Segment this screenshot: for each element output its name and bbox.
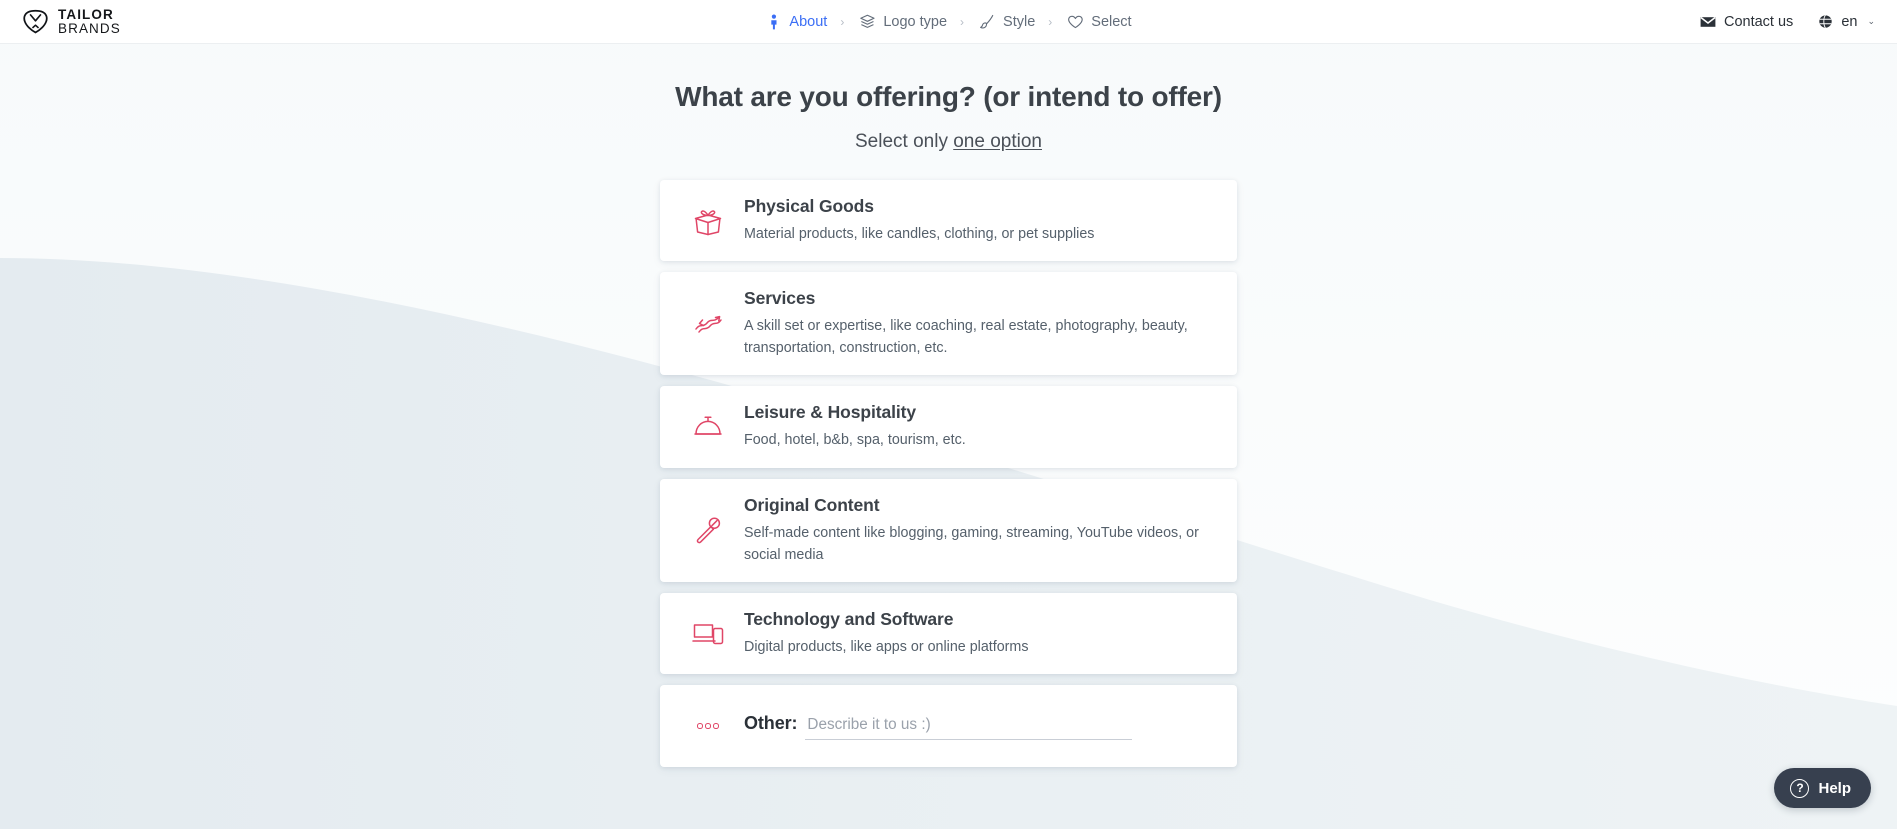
- other-label: Other:: [744, 712, 798, 733]
- option-card-body: Leisure & Hospitality Food, hotel, b&b, …: [744, 402, 1215, 451]
- three-dots-icon: [686, 723, 730, 729]
- language-selector[interactable]: en ⌄: [1817, 14, 1875, 30]
- services-squiggle-icon: [686, 304, 730, 344]
- page-subtitle: Select only one option: [855, 131, 1042, 153]
- help-label: Help: [1818, 779, 1851, 797]
- person-icon: [765, 13, 782, 30]
- option-desc: Self-made content like blogging, gaming,…: [744, 524, 1199, 563]
- option-card-technology-software[interactable]: Technology and Software Digital products…: [660, 592, 1237, 675]
- step-logo-type[interactable]: Logo type: [855, 13, 951, 30]
- option-card-original-content[interactable]: Original Content Self-made content like …: [660, 478, 1237, 582]
- top-header: TAILOR BRANDS About › Logo type › Style …: [0, 0, 1897, 44]
- option-title: Technology and Software: [744, 608, 954, 629]
- option-desc: Food, hotel, b&b, spa, tourism, etc.: [744, 432, 966, 449]
- step-about-label: About: [789, 13, 828, 30]
- step-about[interactable]: About: [761, 13, 831, 30]
- subtitle-prefix: Select only: [855, 131, 954, 152]
- step-style[interactable]: Style: [975, 13, 1039, 30]
- option-desc: A skill set or expertise, like coaching,…: [744, 318, 1188, 357]
- option-title: Services: [744, 288, 816, 309]
- devices-icon: [686, 614, 730, 654]
- option-card-other[interactable]: Other:: [660, 685, 1237, 768]
- option-card-services[interactable]: Services A skill set or expertise, like …: [660, 272, 1237, 376]
- other-row: Other:: [744, 713, 1215, 740]
- microphone-icon: [686, 510, 730, 550]
- main-content: What are you offering? (or intend to off…: [0, 44, 1897, 768]
- breadcrumb-chevron-1: ›: [840, 14, 845, 29]
- layers-icon: [859, 13, 876, 30]
- chevron-down-icon: ⌄: [1867, 16, 1875, 26]
- other-describe-input[interactable]: [805, 713, 1133, 740]
- option-title: Leisure & Hospitality: [744, 402, 916, 423]
- offering-options-list: Physical Goods Material products, like c…: [660, 180, 1237, 768]
- breadcrumb-chevron-3: ›: [1048, 14, 1053, 29]
- heart-icon: [1067, 13, 1084, 30]
- option-card-body: Original Content Self-made content like …: [744, 495, 1215, 566]
- header-right-group: Contact us en ⌄: [1700, 14, 1875, 30]
- option-card-body: Technology and Software Digital products…: [744, 609, 1215, 658]
- logo-line-2: BRANDS: [58, 20, 121, 36]
- envelope-icon: [1700, 14, 1716, 30]
- page-title: What are you offering? (or intend to off…: [675, 81, 1222, 112]
- option-card-body: Services A skill set or expertise, like …: [744, 288, 1215, 359]
- service-bell-icon: [686, 407, 730, 447]
- option-title: Physical Goods: [744, 196, 874, 216]
- question-circle-icon: ?: [1790, 778, 1810, 798]
- subtitle-link[interactable]: one option: [953, 131, 1042, 152]
- option-card-body: Physical Goods Material products, like c…: [744, 196, 1215, 245]
- contact-us-label: Contact us: [1723, 13, 1794, 30]
- option-card-leisure-hospitality[interactable]: Leisure & Hospitality Food, hotel, b&b, …: [660, 386, 1237, 468]
- brush-icon: [979, 13, 996, 30]
- tailor-brands-shield-icon: [23, 9, 48, 34]
- brand-logo[interactable]: TAILOR BRANDS: [22, 6, 121, 36]
- breadcrumb-chevron-2: ›: [960, 14, 965, 29]
- option-desc: Material products, like candles, clothin…: [744, 226, 1095, 242]
- logo-line-1: TAILOR: [58, 6, 114, 22]
- brand-logo-text: TAILOR BRANDS: [58, 6, 121, 36]
- globe-icon: [1817, 14, 1833, 30]
- step-style-label: Style: [1003, 13, 1036, 30]
- option-desc: Digital products, like apps or online pl…: [744, 638, 1029, 655]
- option-card-physical-goods[interactable]: Physical Goods Material products, like c…: [660, 180, 1237, 262]
- step-select-label: Select: [1091, 13, 1132, 30]
- step-logo-type-label: Logo type: [883, 13, 948, 30]
- gift-box-icon: [686, 201, 730, 241]
- help-button[interactable]: ? Help: [1774, 768, 1871, 808]
- step-select[interactable]: Select: [1063, 13, 1135, 30]
- language-label: en: [1841, 13, 1858, 30]
- option-title: Original Content: [744, 494, 880, 515]
- breadcrumb: About › Logo type › Style › Select: [761, 13, 1135, 30]
- contact-us-link[interactable]: Contact us: [1700, 14, 1793, 30]
